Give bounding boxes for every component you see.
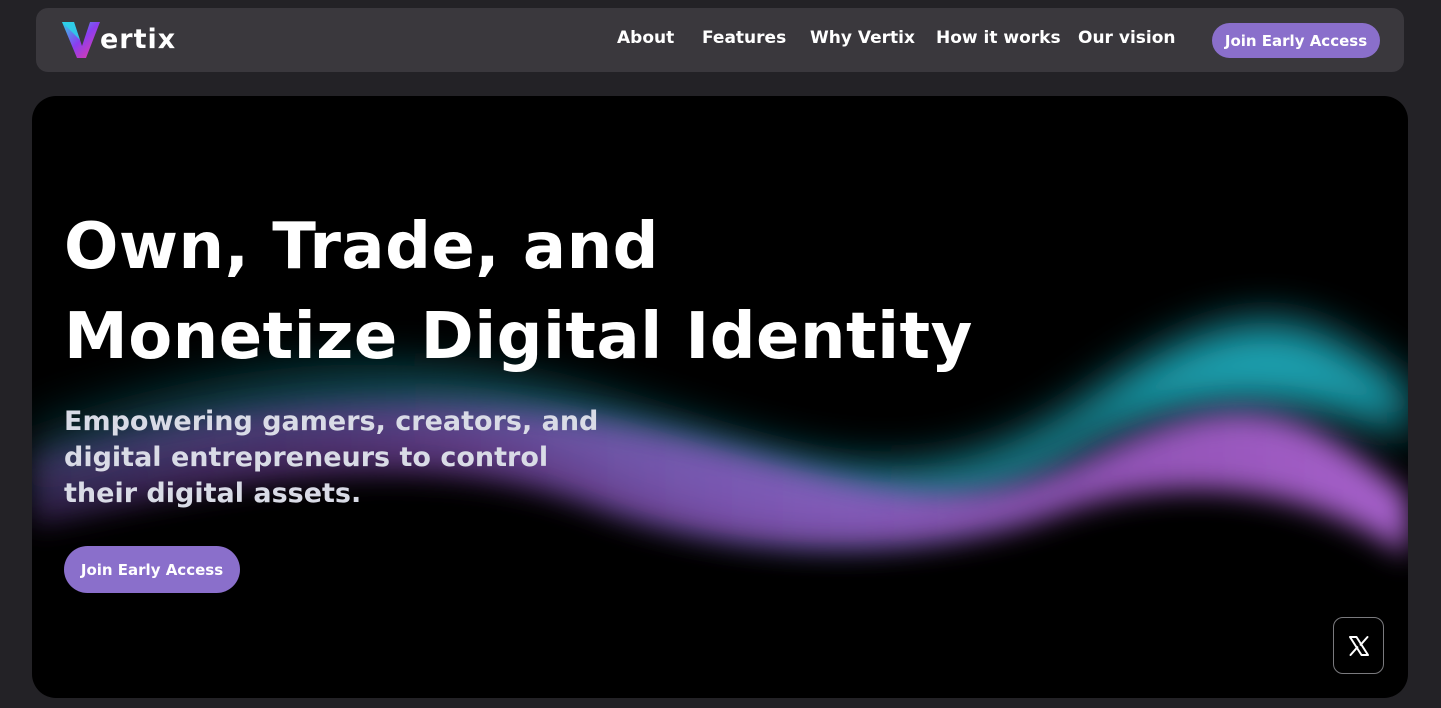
nav-link-features[interactable]: Features	[702, 28, 786, 48]
brand-logo[interactable]: ertix	[60, 18, 180, 62]
hero-subtitle: Empowering gamers, creators, and digital…	[64, 406, 599, 509]
x-social-button[interactable]	[1333, 617, 1384, 674]
top-navbar: ertix About Features Why Vertix How it w…	[36, 8, 1404, 72]
vertix-logo-icon	[62, 22, 100, 58]
hero-headline-line-2: Monetize Digital Identity	[64, 300, 973, 374]
x-logo-icon	[1349, 636, 1369, 656]
hero-join-early-access-button[interactable]: Join Early Access	[64, 546, 240, 593]
nav-join-early-access-button[interactable]: Join Early Access	[1212, 23, 1380, 58]
hero-headline-line-1: Own, Trade, and	[64, 210, 659, 284]
nav-link-why-vertix[interactable]: Why Vertix	[810, 28, 915, 48]
nav-link-how-it-works[interactable]: How it works	[936, 28, 1061, 48]
nav-link-our-vision[interactable]: Our vision	[1078, 28, 1176, 48]
hero-headline: Own, Trade, and Monetize Digital Identit…	[64, 202, 973, 382]
hero-section: Own, Trade, and Monetize Digital Identit…	[32, 96, 1408, 698]
nav-link-about[interactable]: About	[617, 28, 674, 48]
hero-wave-graphic	[32, 321, 1408, 556]
brand-wordmark: ertix	[100, 24, 177, 55]
